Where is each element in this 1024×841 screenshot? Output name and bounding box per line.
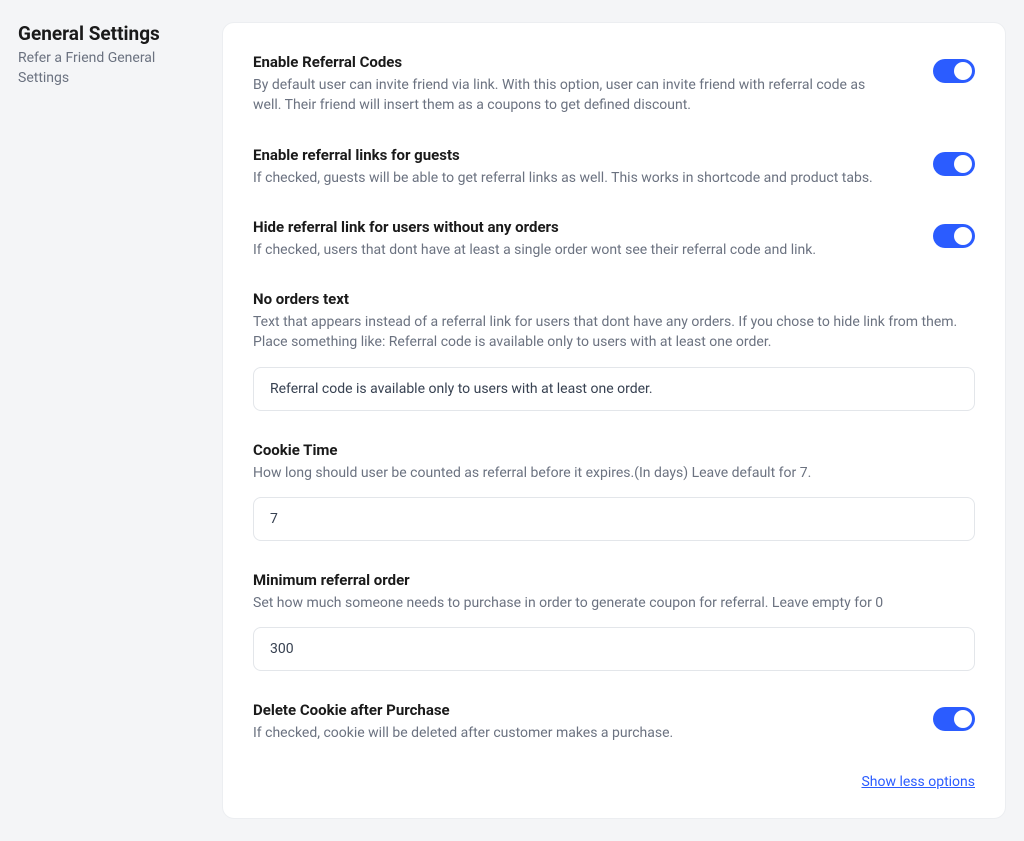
- setting-title: Hide referral link for users without any…: [253, 218, 893, 236]
- setting-title: Enable referral links for guests: [253, 146, 893, 164]
- setting-desc: Text that appears instead of a referral …: [253, 312, 975, 353]
- setting-title: No orders text: [253, 290, 975, 308]
- setting-title: Cookie Time: [253, 441, 975, 459]
- sidebar-title: General Settings: [18, 22, 198, 45]
- settings-page: General Settings Refer a Friend General …: [0, 0, 1024, 841]
- setting-desc: If checked, users that dont have at leas…: [253, 240, 893, 260]
- toggle-enable-guest-links[interactable]: [933, 152, 975, 176]
- input-cookie-time[interactable]: [253, 497, 975, 541]
- setting-min-referral-order: Minimum referral order Set how much some…: [253, 571, 975, 671]
- setting-desc: How long should user be counted as refer…: [253, 463, 975, 483]
- sidebar-subtitle: Refer a Friend General Settings: [18, 49, 198, 88]
- setting-enable-guest-links: Enable referral links for guests If chec…: [253, 146, 975, 188]
- setting-hide-link-no-orders: Hide referral link for users without any…: [253, 218, 975, 260]
- toggle-hide-link-no-orders[interactable]: [933, 224, 975, 248]
- setting-desc: If checked, guests will be able to get r…: [253, 168, 893, 188]
- toggle-enable-referral-codes[interactable]: [933, 59, 975, 83]
- setting-no-orders-text: No orders text Text that appears instead…: [253, 290, 975, 411]
- setting-desc: Set how much someone needs to purchase i…: [253, 593, 975, 613]
- footer-link-wrap: Show less options: [253, 774, 975, 790]
- setting-title: Delete Cookie after Purchase: [253, 701, 893, 719]
- input-min-referral-order[interactable]: [253, 627, 975, 671]
- show-less-link[interactable]: Show less options: [861, 774, 975, 790]
- setting-title: Minimum referral order: [253, 571, 975, 589]
- setting-delete-cookie: Delete Cookie after Purchase If checked,…: [253, 701, 975, 743]
- setting-enable-referral-codes: Enable Referral Codes By default user ca…: [253, 53, 975, 116]
- toggle-delete-cookie[interactable]: [933, 707, 975, 731]
- setting-desc: By default user can invite friend via li…: [253, 75, 893, 116]
- input-no-orders-text[interactable]: [253, 367, 975, 411]
- sidebar: General Settings Refer a Friend General …: [18, 22, 198, 819]
- setting-title: Enable Referral Codes: [253, 53, 893, 71]
- settings-card: Enable Referral Codes By default user ca…: [222, 22, 1006, 819]
- setting-cookie-time: Cookie Time How long should user be coun…: [253, 441, 975, 541]
- setting-desc: If checked, cookie will be deleted after…: [253, 723, 893, 743]
